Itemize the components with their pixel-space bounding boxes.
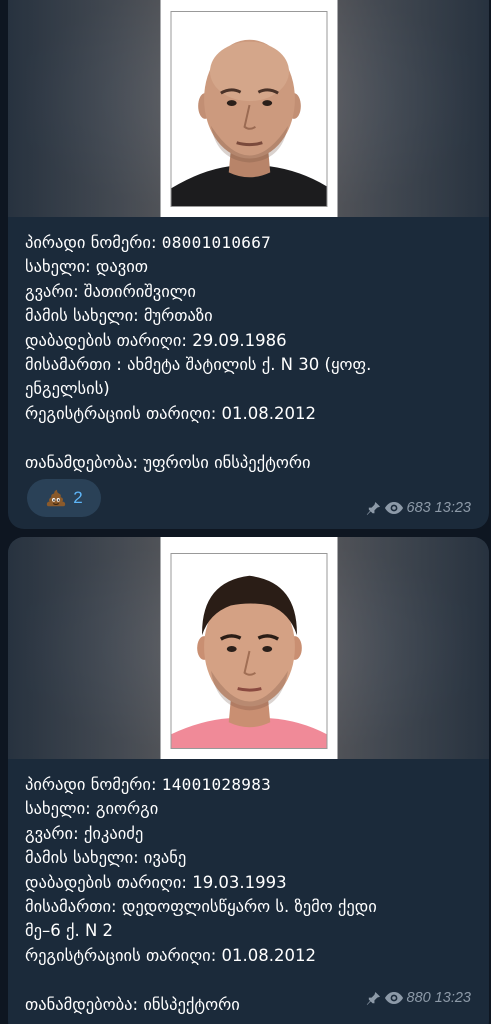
views-eye-icon	[384, 502, 403, 514]
address-row-continued: ენგელსის)	[25, 379, 110, 399]
first-name-row: სახელი: დავით	[25, 257, 148, 277]
post-meta: 880 13:23	[366, 990, 471, 1006]
post-caption: პირადი ნომერი: 14001028983 სახელი: გიორგ…	[8, 759, 489, 1017]
registration-date-row: რეგისტრაციის თარიღი: 01.08.2012	[25, 945, 316, 965]
address-row-continued: მე–6 ქ. N 2	[25, 921, 114, 941]
post-photo[interactable]	[8, 537, 489, 759]
id-number-label: პირადი ნომერი:	[25, 775, 157, 794]
post-caption: პირადი ნომერი: 08001010667 სახელი: დავით…	[8, 217, 489, 475]
registration-date-row: რეგისტრაციის თარიღი: 01.08.2012	[25, 403, 316, 423]
id-photo	[170, 553, 327, 749]
reaction-count: 2	[73, 488, 83, 507]
views-eye-icon	[384, 992, 403, 1004]
poop-emoji-icon	[47, 489, 66, 507]
address-row: მისამართი : ახმეტა შატილის ქ. N 30 (ყოფ.	[25, 355, 372, 375]
views-count: 880	[406, 990, 431, 1006]
channel-feed: პირადი ნომერი: 08001010667 სახელი: დავით…	[0, 0, 491, 1024]
last-name-row: გვარი: ქიკაიძე	[25, 823, 144, 843]
reaction-button[interactable]: 2	[27, 479, 101, 517]
father-name-row: მამის სახელი: მურთაზი	[25, 306, 213, 326]
id-number-label: პირადი ნომერი:	[25, 233, 157, 252]
position-row: თანამდებობა: უფროსი ინსპექტორი	[25, 452, 311, 472]
id-number-value: 14001028983	[161, 775, 272, 794]
address-row: მისამართი: დედოფლისწყარო ს. ზემო ქედი	[25, 897, 377, 917]
id-photo-card	[160, 537, 337, 759]
post-meta: 683 13:23	[366, 500, 471, 516]
id-photo	[170, 11, 327, 207]
views-count: 683	[406, 500, 431, 516]
post-time: 13:23	[434, 990, 471, 1006]
pin-icon	[366, 991, 380, 1005]
first-name-row: სახელი: გიორგი	[25, 799, 159, 819]
birth-date-row: დაბადების თარიღი: 29.09.1986	[25, 330, 287, 350]
id-photo-card	[160, 0, 337, 217]
channel-post[interactable]: პირადი ნომერი: 08001010667 სახელი: დავით…	[8, 0, 489, 529]
post-photo[interactable]	[8, 0, 489, 217]
person-photo-icon	[171, 554, 326, 748]
id-number-value: 08001010667	[161, 233, 272, 252]
pin-icon	[366, 501, 380, 515]
birth-date-row: დაბადების თარიღი: 19.03.1993	[25, 872, 287, 892]
father-name-row: მამის სახელი: ივანე	[25, 848, 187, 868]
last-name-row: გვარი: შათირიშვილი	[25, 281, 196, 301]
person-photo-icon	[171, 12, 326, 206]
id-number-row: პირადი ნომერი: 14001028983	[25, 773, 473, 797]
post-time: 13:23	[434, 500, 471, 516]
channel-post[interactable]: პირადი ნომერი: 14001028983 სახელი: გიორგ…	[8, 537, 489, 1024]
id-number-row: პირადი ნომერი: 08001010667	[25, 231, 473, 255]
